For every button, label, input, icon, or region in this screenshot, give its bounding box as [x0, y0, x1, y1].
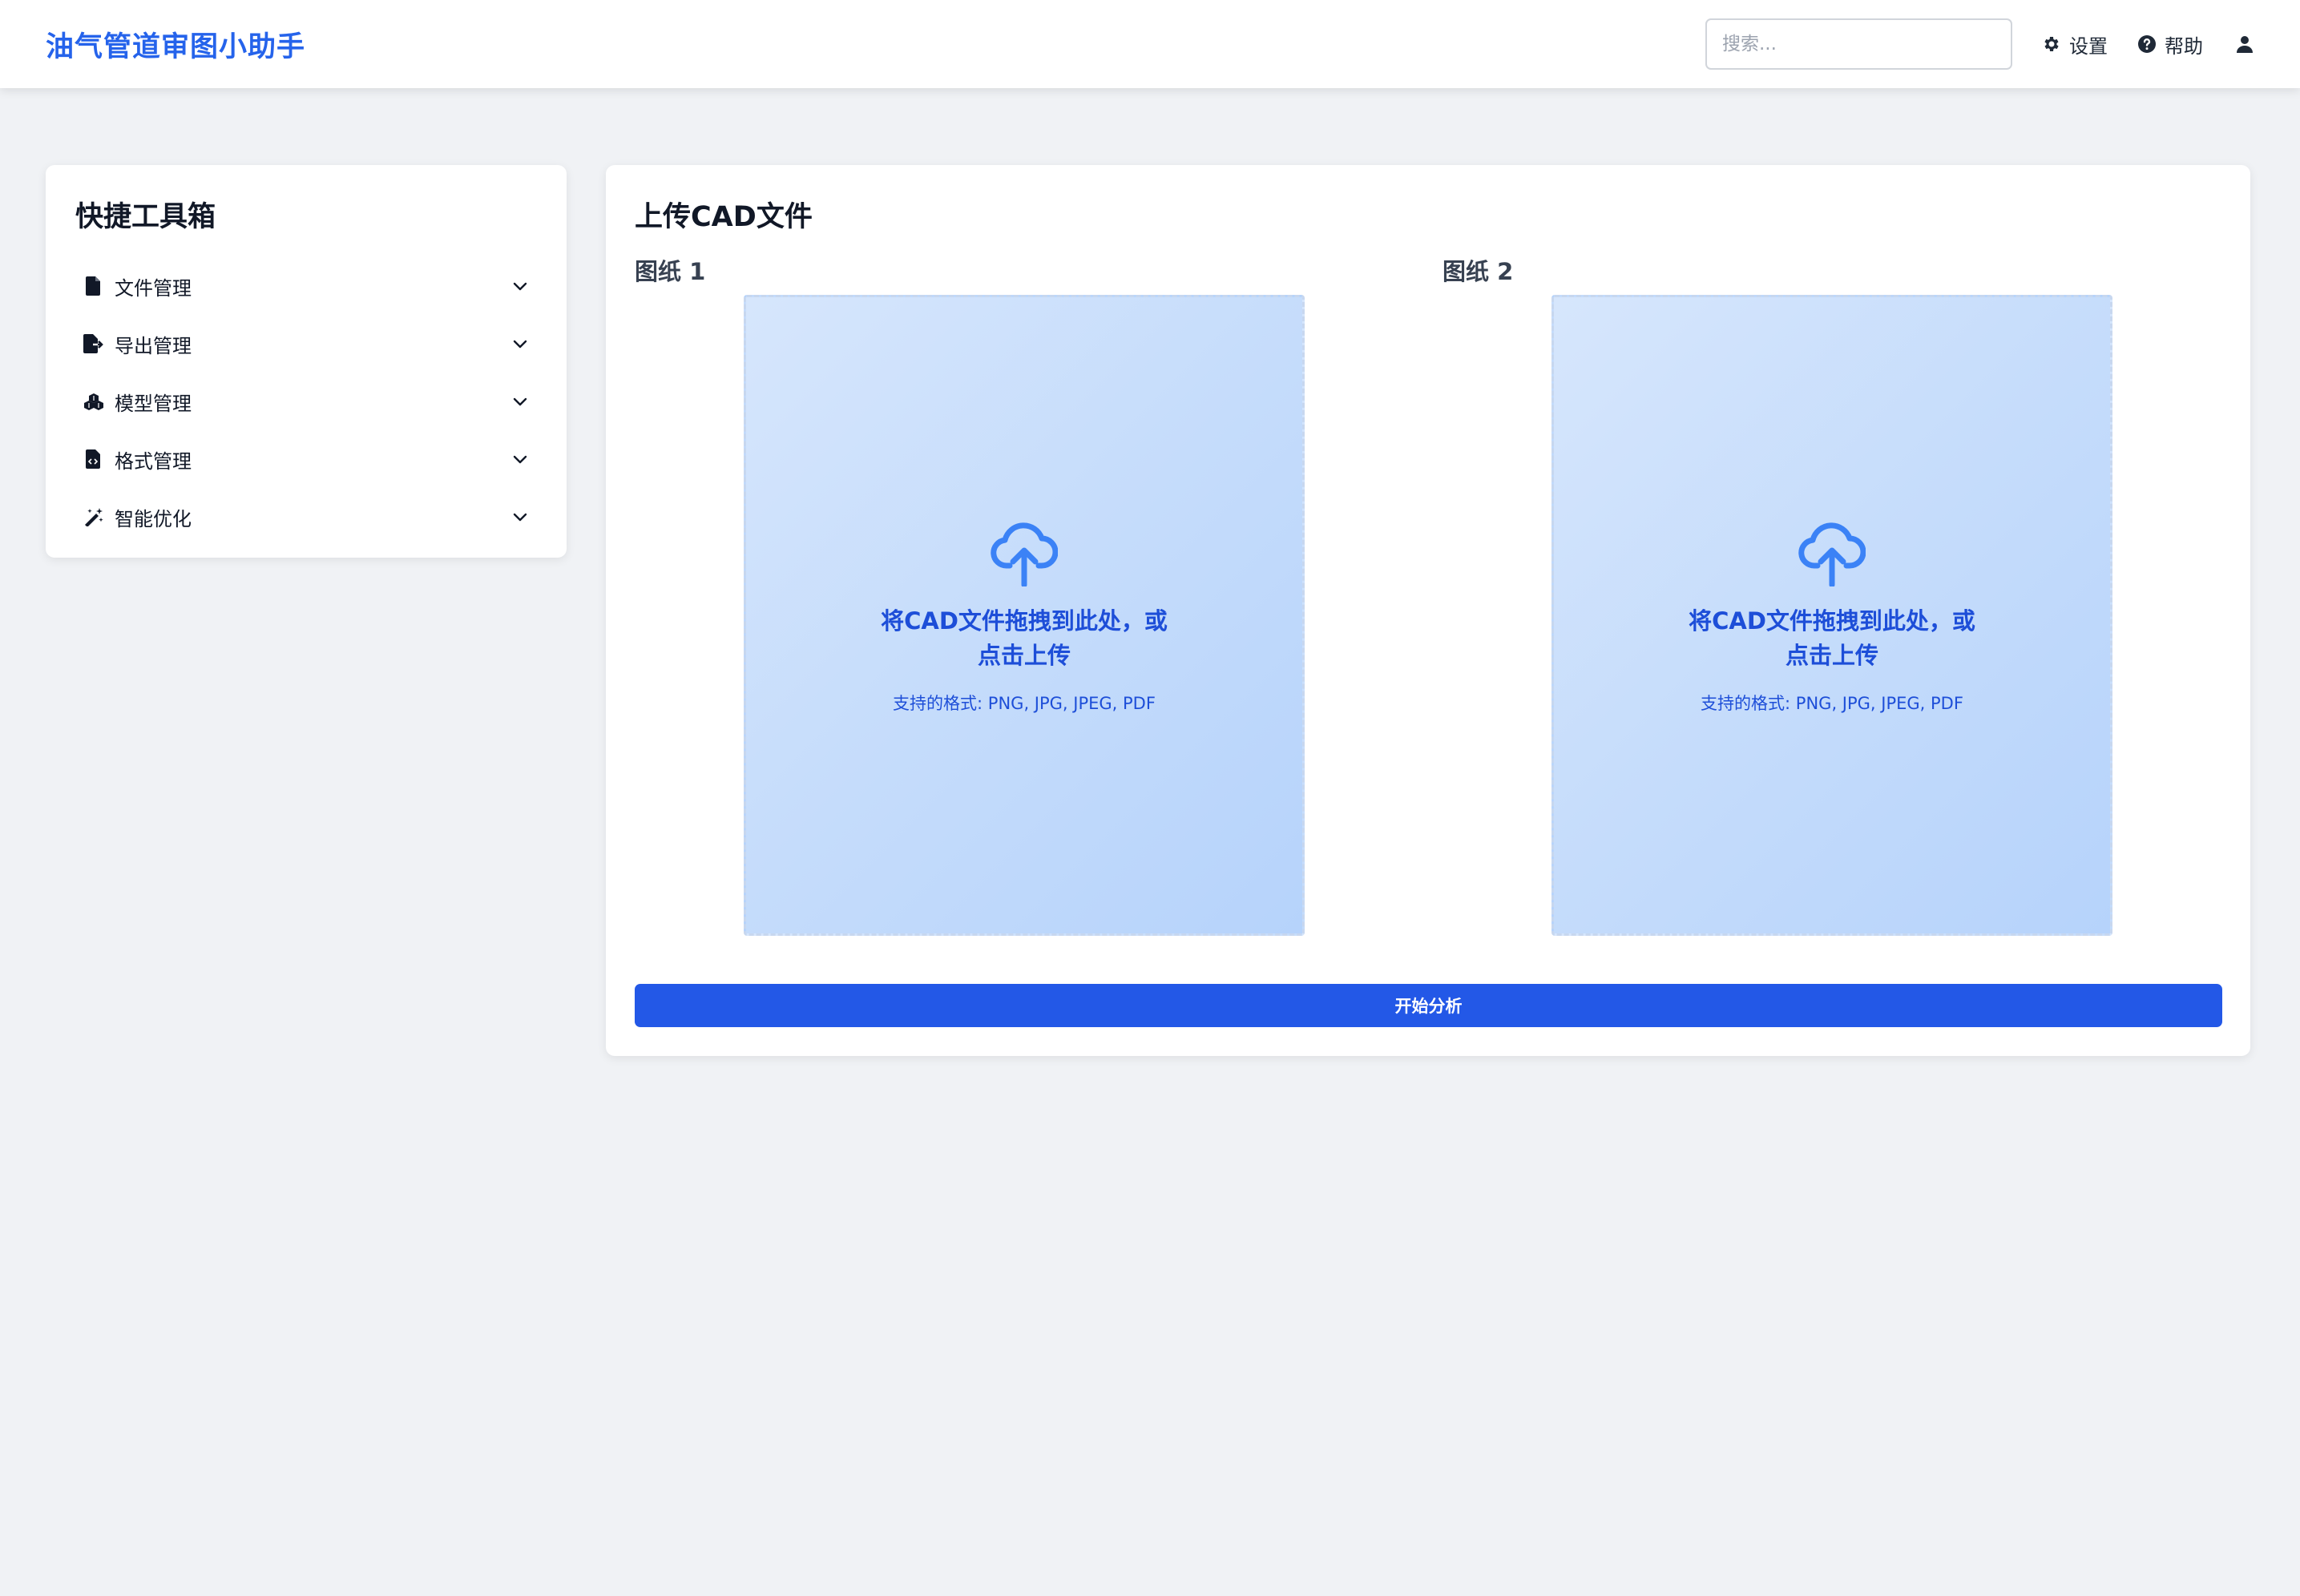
dropzone-instruction: 将CAD文件拖拽到此处，或点击上传 [881, 607, 1168, 669]
chevron-down-icon [513, 340, 527, 349]
user-button[interactable] [2235, 34, 2254, 54]
question-circle-icon [2138, 35, 2156, 53]
quick-toolbox-panel: 快捷工具箱 文件管理 导出管理 模型管理 格式管理 智能优化 [46, 165, 567, 558]
search-input[interactable] [1705, 18, 2012, 70]
sidebar-item-export-management[interactable]: 导出管理 [75, 315, 537, 373]
sidebar-item-label: 文件管理 [115, 276, 192, 300]
app-title: 油气管道审图小助手 [46, 30, 306, 63]
file-code-icon [83, 449, 104, 470]
drawing-2-dropzone[interactable]: 将CAD文件拖拽到此处，或点击上传 支持的格式: PNG, JPG, JPEG,… [1551, 295, 2112, 936]
supported-formats: 支持的格式: PNG, JPG, JPEG, PDF [893, 694, 1156, 713]
sidebar-item-label: 模型管理 [115, 392, 192, 415]
chevron-down-icon [513, 282, 527, 291]
gear-icon [2044, 37, 2059, 51]
dropzone-instruction: 将CAD文件拖拽到此处，或点击上传 [1689, 607, 1975, 669]
cloud-upload-icon [1798, 522, 1866, 586]
sidebar-item-format-management[interactable]: 格式管理 [75, 430, 537, 488]
page-title: 上传CAD文件 [635, 201, 813, 233]
sidebar-item-label: 导出管理 [115, 334, 192, 357]
drawing-1-label: 图纸 1 [635, 258, 706, 285]
upload-panel: 上传CAD文件 图纸 1 将CAD文件拖拽到此处，或点击上传 支持的格式: PN… [606, 165, 2250, 1056]
drawing-2-label: 图纸 2 [1443, 258, 1514, 285]
sidebar-item-label: 智能优化 [115, 507, 192, 530]
top-header: 油气管道审图小助手 设置 帮助 [0, 0, 2300, 88]
drawing-1-dropzone[interactable]: 将CAD文件拖拽到此处，或点击上传 支持的格式: PNG, JPG, JPEG,… [744, 295, 1305, 936]
settings-label: 设置 [2069, 34, 2108, 58]
sidebar-item-smart-optimize[interactable]: 智能优化 [75, 488, 537, 546]
file-export-icon [83, 333, 104, 354]
help-label: 帮助 [2165, 34, 2203, 58]
magic-wand-icon [83, 506, 104, 527]
sidebar-item-label: 格式管理 [115, 449, 192, 473]
sidebar-title: 快捷工具箱 [75, 201, 216, 233]
settings-button[interactable]: 设置 [2042, 30, 2108, 58]
header-actions: 设置 帮助 [1705, 18, 2254, 70]
help-button[interactable]: 帮助 [2137, 30, 2203, 58]
file-icon [83, 276, 104, 296]
supported-formats: 支持的格式: PNG, JPG, JPEG, PDF [1701, 694, 1963, 713]
start-analysis-button[interactable]: 开始分析 [635, 984, 2222, 1027]
cubes-icon [83, 391, 104, 412]
sidebar-item-model-management[interactable]: 模型管理 [75, 373, 537, 430]
chevron-down-icon [513, 455, 527, 464]
chevron-down-icon [513, 397, 527, 406]
sidebar-item-file-management[interactable]: 文件管理 [75, 257, 537, 315]
user-icon [2237, 36, 2253, 53]
cloud-upload-icon [991, 522, 1058, 586]
chevron-down-icon [513, 513, 527, 522]
